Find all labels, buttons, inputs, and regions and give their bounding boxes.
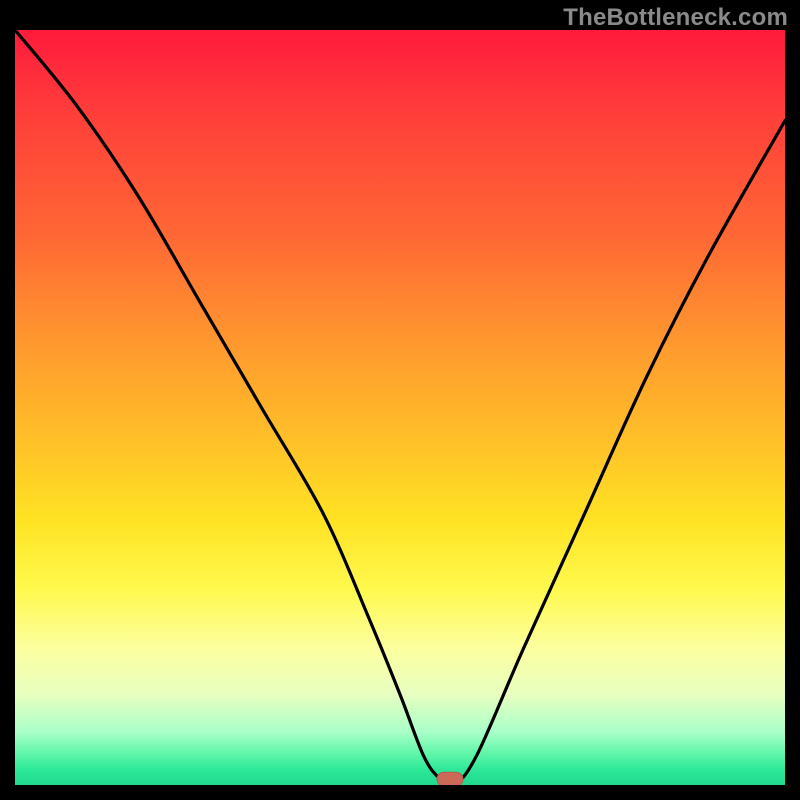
minimum-marker — [437, 772, 463, 785]
chart-frame: TheBottleneck.com — [0, 0, 800, 800]
watermark-text: TheBottleneck.com — [563, 4, 788, 32]
bottleneck-curve — [15, 30, 785, 785]
plot-area — [15, 30, 785, 785]
curve-layer — [15, 30, 785, 785]
